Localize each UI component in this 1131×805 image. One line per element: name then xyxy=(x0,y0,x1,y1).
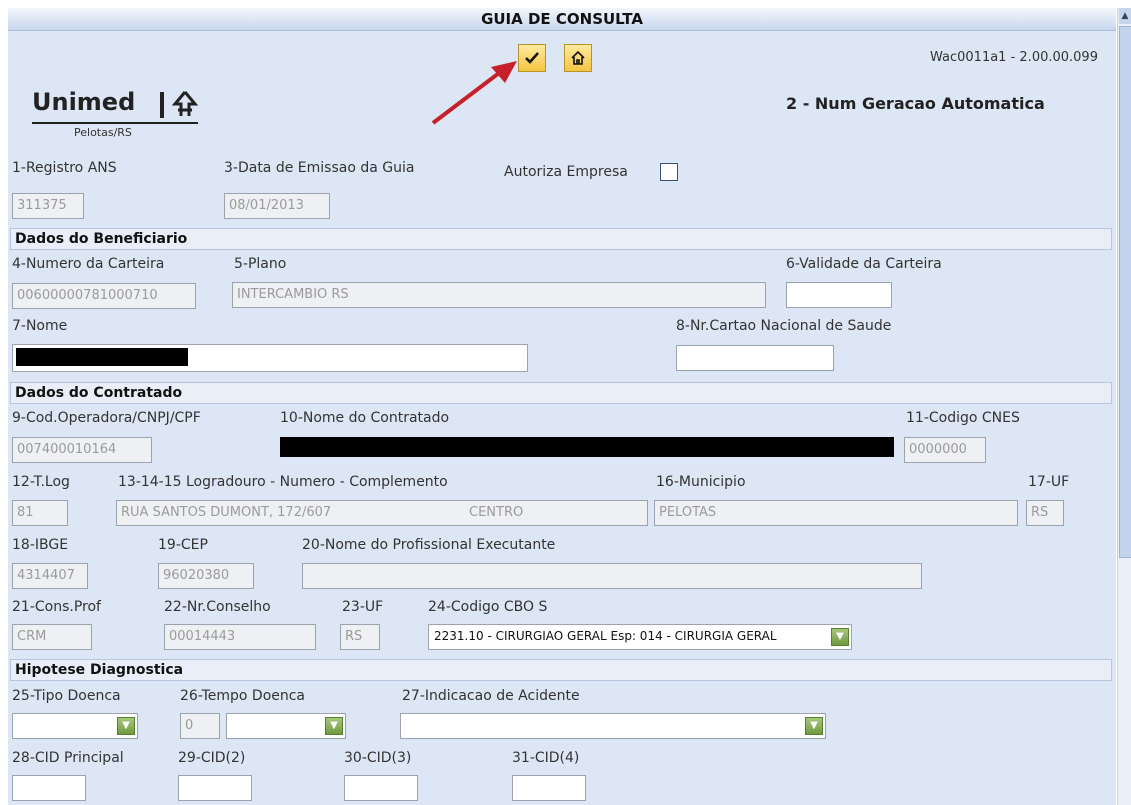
uf-field[interactable]: RS xyxy=(1026,500,1064,526)
cns-field[interactable] xyxy=(676,345,834,371)
redacted-nome xyxy=(16,348,188,366)
home-icon xyxy=(571,50,585,65)
nome-contratado-label: 10-Nome do Contratado xyxy=(280,410,450,426)
section-contratado: Dados do Contratado xyxy=(10,382,1112,404)
cns-label: 8-Nr.Cartao Nacional de Saude xyxy=(676,318,892,334)
vertical-scrollbar[interactable]: ▲ xyxy=(1117,8,1131,805)
registro-ans-label: 1-Registro ANS xyxy=(12,160,117,176)
cons-prof-label: 21-Cons.Prof xyxy=(12,599,101,615)
tipo-doenca-label: 25-Tipo Doenca xyxy=(12,688,121,704)
registro-ans-field[interactable]: 311375 xyxy=(12,193,84,219)
logo-name: Unimed xyxy=(32,88,136,116)
page-title: GUIA DE CONSULTA xyxy=(8,8,1116,31)
cnes-label: 11-Codigo CNES xyxy=(906,410,1020,426)
cbo-label: 24-Codigo CBO S xyxy=(428,599,548,615)
cbo-value: 2231.10 - CIRURGIAO GERAL Esp: 014 - CIR… xyxy=(434,629,777,643)
unimed-tree-icon xyxy=(171,91,199,116)
tipo-doenca-select[interactable]: ▼ xyxy=(12,713,138,739)
tempo-doenca-label: 26-Tempo Doenca xyxy=(180,688,306,704)
tempo-doenca-unit-select[interactable]: ▼ xyxy=(226,713,346,739)
nr-conselho-field[interactable]: 00014443 xyxy=(164,624,316,650)
cid-principal-label: 28-CID Principal xyxy=(12,750,124,766)
chevron-down-icon[interactable]: ▼ xyxy=(831,628,849,646)
redacted-nome-contratado xyxy=(280,437,894,457)
cid2-field[interactable] xyxy=(178,775,252,801)
home-button[interactable] xyxy=(564,44,592,72)
logradouro-field[interactable]: RUA SANTOS DUMONT, 172/607 CENTRO xyxy=(116,500,648,526)
cod-operadora-field[interactable]: 007400010164 xyxy=(12,437,152,463)
ibge-label: 18-IBGE xyxy=(12,537,69,553)
plano-label: 5-Plano xyxy=(234,256,287,272)
plano-field[interactable]: INTERCAMBIO RS xyxy=(232,282,766,308)
mode-text: 2 - Num Geracao Automatica xyxy=(786,94,1045,113)
logradouro-value: RUA SANTOS DUMONT, 172/607 xyxy=(121,505,332,520)
nr-conselho-label: 22-Nr.Conselho xyxy=(164,599,271,615)
nome-label: 7-Nome xyxy=(12,318,68,334)
autoriza-empresa-checkbox[interactable] xyxy=(660,163,678,181)
scroll-up-icon[interactable]: ▲ xyxy=(1119,8,1131,24)
logo-city: Pelotas/RS xyxy=(74,126,132,139)
data-emissao-label: 3-Data de Emissao da Guia xyxy=(224,160,415,176)
ibge-field[interactable]: 4314407 xyxy=(12,563,88,589)
cid4-field[interactable] xyxy=(512,775,586,801)
cid2-label: 29-CID(2) xyxy=(178,750,246,766)
profissional-label: 20-Nome do Profissional Executante xyxy=(302,537,556,553)
cons-prof-field[interactable]: CRM xyxy=(12,624,92,650)
uf2-label: 23-UF xyxy=(342,599,384,615)
data-emissao-field[interactable]: 08/01/2013 xyxy=(224,193,330,219)
chevron-down-icon[interactable]: ▼ xyxy=(117,717,135,735)
cep-field[interactable]: 96020380 xyxy=(158,563,254,589)
version-text: Wac0011a1 - 2.00.00.099 xyxy=(930,50,1098,65)
tlog-label: 12-T.Log xyxy=(12,474,70,490)
cid-principal-field[interactable] xyxy=(12,775,86,801)
chevron-down-icon[interactable]: ▼ xyxy=(325,717,343,735)
uf2-field[interactable]: RS xyxy=(340,624,380,650)
cep-label: 19-CEP xyxy=(158,537,208,553)
chevron-down-icon[interactable]: ▼ xyxy=(805,717,823,735)
annotation-arrow-icon xyxy=(431,61,517,125)
tlog-field[interactable]: 81 xyxy=(12,500,68,526)
profissional-field[interactable] xyxy=(302,563,922,589)
section-beneficiario: Dados do Beneficiario xyxy=(10,228,1112,250)
cid4-label: 31-CID(4) xyxy=(512,750,580,766)
unimed-logo: Unimed Pelotas/RS xyxy=(32,88,202,144)
validade-field[interactable] xyxy=(786,282,892,308)
municipio-field[interactable]: PELOTAS xyxy=(654,500,1018,526)
carteira-field[interactable]: 00600000781000710 xyxy=(12,283,196,309)
scrollbar-thumb[interactable] xyxy=(1119,26,1131,558)
uf-label: 17-UF xyxy=(1028,474,1070,490)
complemento-value: CENTRO xyxy=(469,505,524,520)
acidente-select[interactable]: ▼ xyxy=(400,713,826,739)
cid3-label: 30-CID(3) xyxy=(344,750,412,766)
autoriza-empresa-label: Autoriza Empresa xyxy=(504,164,628,180)
validade-label: 6-Validade da Carteira xyxy=(786,256,942,272)
carteira-label: 4-Numero da Carteira xyxy=(12,256,165,272)
section-diagnostico: Hipotese Diagnostica xyxy=(10,659,1112,681)
cod-operadora-label: 9-Cod.Operadora/CNPJ/CPF xyxy=(12,410,201,426)
cbo-select[interactable]: 2231.10 - CIRURGIAO GERAL Esp: 014 - CIR… xyxy=(428,624,852,650)
cid3-field[interactable] xyxy=(344,775,418,801)
checkmark-icon xyxy=(525,52,539,64)
cnes-field[interactable]: 0000000 xyxy=(904,437,986,463)
logradouro-label: 13-14-15 Logradouro - Numero - Complemen… xyxy=(118,474,448,490)
acidente-label: 27-Indicacao de Acidente xyxy=(402,688,580,704)
municipio-label: 16-Municipio xyxy=(656,474,746,490)
tempo-doenca-field[interactable]: 0 xyxy=(180,713,220,739)
